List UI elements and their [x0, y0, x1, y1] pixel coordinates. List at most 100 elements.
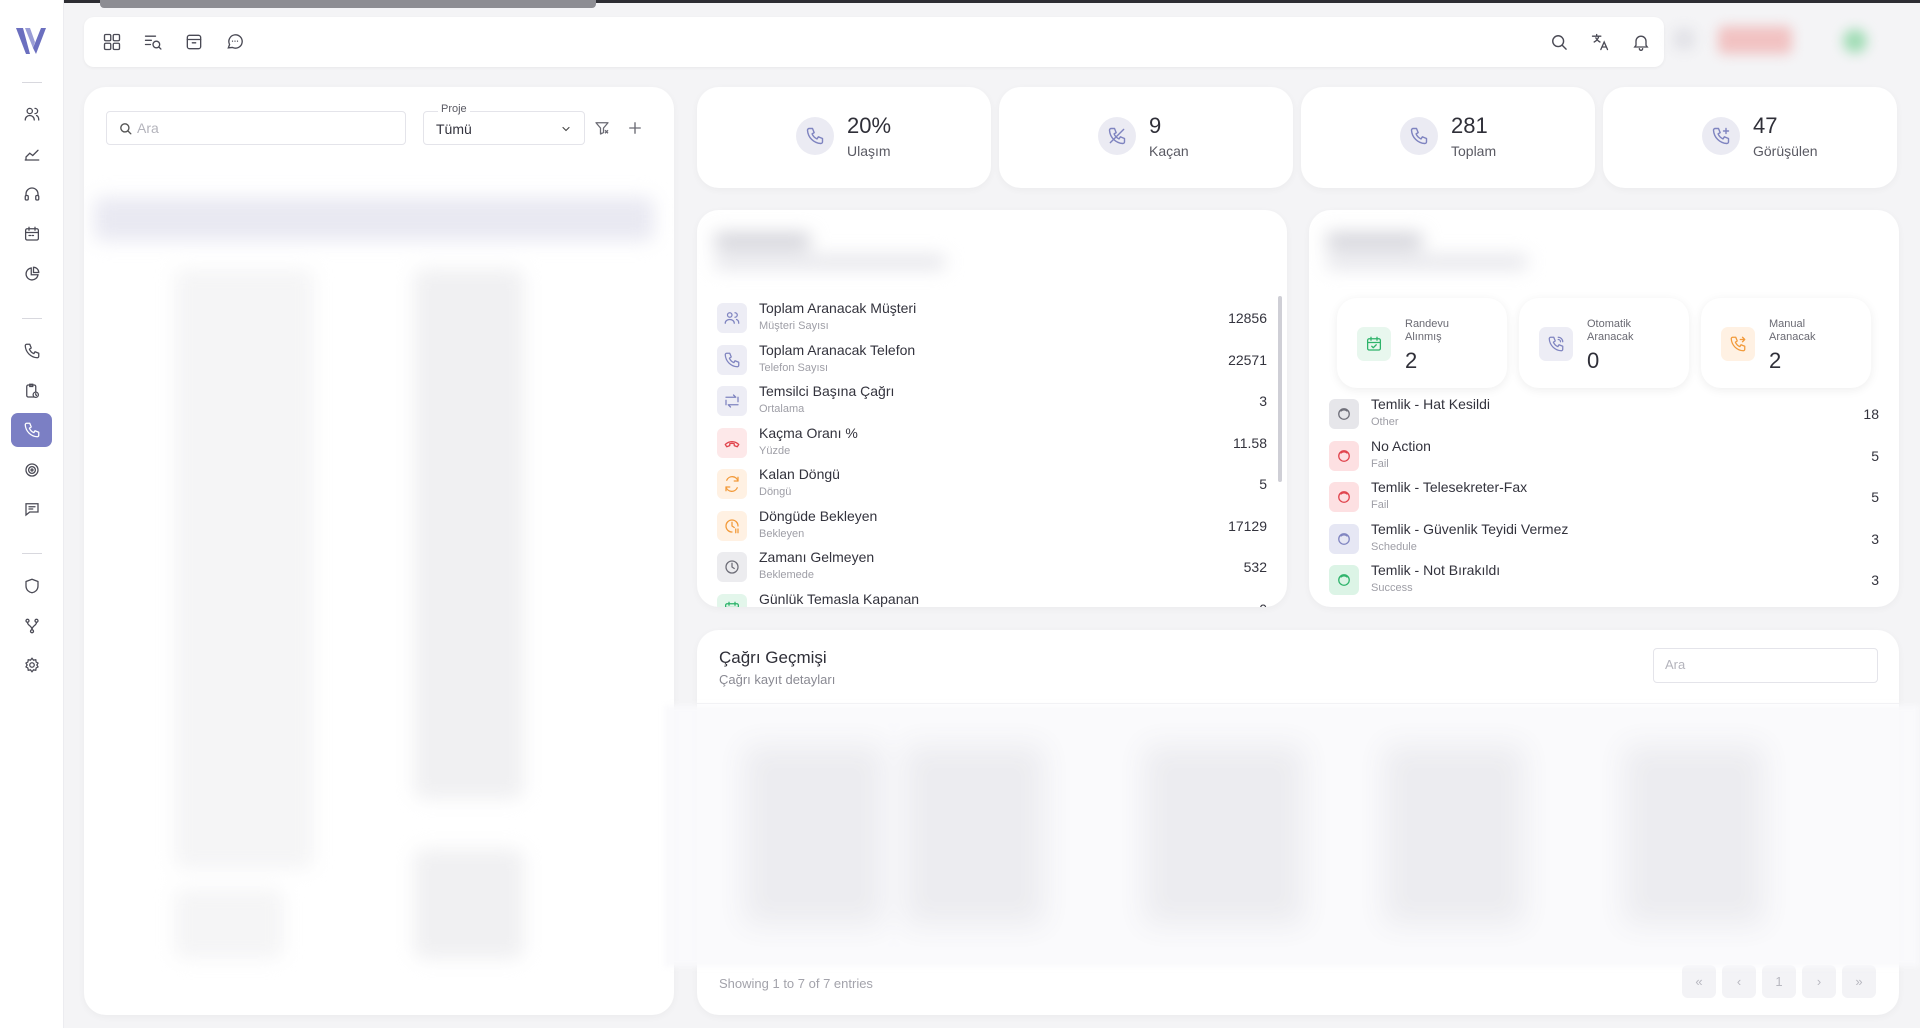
apps-button[interactable]	[100, 30, 124, 54]
language-button[interactable]	[1588, 30, 1612, 54]
first-page-button[interactable]: «	[1682, 965, 1716, 998]
row-subtitle: Müşteri Sayısı	[759, 320, 829, 332]
user-status-blurred	[1718, 26, 1792, 54]
left-search-input[interactable]	[137, 118, 392, 138]
sidebar-separator	[22, 318, 42, 319]
add-icon[interactable]	[626, 119, 644, 137]
stat-value: 20%	[847, 113, 892, 138]
queue-row: Temsilci Başına Çağrı Ortalama 3	[697, 380, 1287, 422]
summary-icon-wrap	[1539, 327, 1573, 361]
phone-auto-icon	[1548, 336, 1564, 352]
call-history-search[interactable]	[1653, 648, 1878, 683]
row-value: 5	[1871, 447, 1879, 464]
row-value: 3	[1871, 572, 1879, 588]
row-subtitle: Fail	[1371, 499, 1389, 511]
sidebar-item-call-dashboard[interactable]	[11, 413, 52, 447]
sidebar-item-targets[interactable]	[11, 453, 52, 487]
phone-plus-icon	[1712, 127, 1730, 145]
phone-icon	[724, 352, 740, 367]
target-icon	[24, 463, 39, 477]
call-history-search-input[interactable]	[1665, 657, 1865, 672]
row-subtitle: Other	[1371, 416, 1399, 428]
row-icon	[717, 593, 747, 607]
phone-icon	[24, 343, 39, 359]
result-row: Temlik - Not Bırakıldı Success 3	[1309, 559, 1899, 601]
stat-label: Toplam	[1451, 143, 1497, 159]
phone-call-icon	[24, 422, 39, 438]
avatar[interactable]	[1843, 29, 1867, 53]
global-search-button[interactable]	[1547, 30, 1571, 54]
top-progress-fill	[100, 0, 596, 8]
row-title: Temlik - Not Bırakıldı	[1371, 562, 1501, 578]
sidebar-item-analytics[interactable]	[11, 257, 52, 291]
prev-page-button[interactable]: ‹	[1722, 965, 1756, 998]
summary-card[interactable]: Manual Aranacak 2	[1701, 298, 1871, 388]
sidebar-item-calendar[interactable]	[11, 217, 52, 251]
stat-card-missed: 9 Kaçan	[999, 87, 1293, 188]
row-subtitle: Yüzde	[759, 444, 791, 457]
chart-icon	[24, 149, 39, 161]
hangup-icon	[724, 440, 740, 447]
row-value: 17129	[1228, 517, 1267, 534]
archive-button[interactable]	[182, 30, 206, 54]
sidebar-item-reports[interactable]	[11, 137, 52, 171]
shield-icon	[24, 578, 39, 594]
row-value: 3	[1259, 393, 1267, 409]
filter-icon[interactable]	[593, 119, 611, 137]
row-title: Toplam Aranacak Müşteri	[759, 300, 917, 316]
sidebar-separator	[22, 82, 42, 83]
project-select[interactable]: Proje Tümü	[423, 103, 585, 145]
sidebar-item-tasks[interactable]	[11, 374, 52, 408]
summary-card[interactable]: Otomatik Aranacak 0	[1519, 298, 1689, 388]
left-search-field[interactable]	[106, 111, 406, 145]
result-row: Temlik - Hat Kesildi Other 18	[1309, 393, 1899, 435]
call-history-subtitle: Çağrı kayıt detayları	[719, 672, 836, 687]
divider	[697, 703, 1899, 704]
summary-value: 2	[1769, 348, 1782, 373]
stat-value: 9	[1149, 113, 1162, 138]
last-page-button[interactable]: »	[1842, 965, 1876, 998]
row-icon	[717, 386, 747, 416]
row-icon	[717, 427, 747, 458]
stat-card-reach: 20% Ulaşım	[697, 87, 991, 188]
user-area-blurred[interactable]	[1673, 28, 1695, 50]
clock-pause-icon	[725, 518, 739, 533]
result-row: Temlik - Telesekreter-Fax Fail 5	[1309, 476, 1899, 518]
headset-icon	[24, 187, 39, 201]
row-subtitle: Fail	[1371, 457, 1389, 470]
summary-label: Manual Aranacak	[1769, 318, 1816, 343]
page-1-button[interactable]: 1	[1762, 965, 1796, 998]
row-value: 3	[1871, 530, 1879, 547]
row-title: Zamanı Gelmeyen	[759, 549, 875, 565]
stat-card-total: 281 Toplam	[1301, 87, 1595, 188]
sidebar-separator	[22, 553, 42, 554]
row-value: 5	[1259, 476, 1267, 492]
call-history-title: Çağrı Geçmişi	[719, 648, 827, 667]
transfer-icon	[725, 394, 739, 408]
search-list-button[interactable]	[141, 30, 165, 54]
app-logo[interactable]	[13, 24, 49, 58]
result-row: Temlik - Güvenlik Teyidi Vermez Schedule 3	[1309, 518, 1899, 560]
sidebar-item-messages[interactable]	[11, 492, 52, 526]
notifications-button[interactable]	[1629, 30, 1653, 54]
status-icon	[1338, 449, 1350, 462]
row-title: Temlik - Güvenlik Teyidi Vermez	[1371, 520, 1569, 537]
sidebar-item-calls[interactable]	[11, 334, 52, 368]
stat-icon-wrap	[796, 117, 834, 155]
stat-card-talked: 47 Görüşülen	[1603, 87, 1897, 188]
next-page-button[interactable]: ›	[1802, 965, 1836, 998]
summary-card[interactable]: Randevu Alınmış 2	[1337, 298, 1507, 388]
queue-row: Toplam Aranacak Müşteri Müşteri Sayısı 128…	[697, 297, 1287, 339]
chat-button[interactable]	[223, 30, 247, 54]
archive-icon	[186, 34, 202, 50]
sidebar-item-security[interactable]	[11, 569, 52, 603]
sidebar-item-support[interactable]	[11, 177, 52, 211]
queue-scrollbar[interactable]	[1278, 296, 1282, 482]
sidebar-item-workflow[interactable]	[11, 609, 52, 643]
row-subtitle: Schedule	[1371, 540, 1417, 553]
row-value: 11.58	[1233, 434, 1267, 451]
chat-icon	[227, 34, 243, 49]
summary-icon-wrap	[1721, 327, 1755, 361]
sidebar-item-users[interactable]	[11, 97, 52, 131]
sidebar-item-settings[interactable]	[11, 648, 52, 682]
